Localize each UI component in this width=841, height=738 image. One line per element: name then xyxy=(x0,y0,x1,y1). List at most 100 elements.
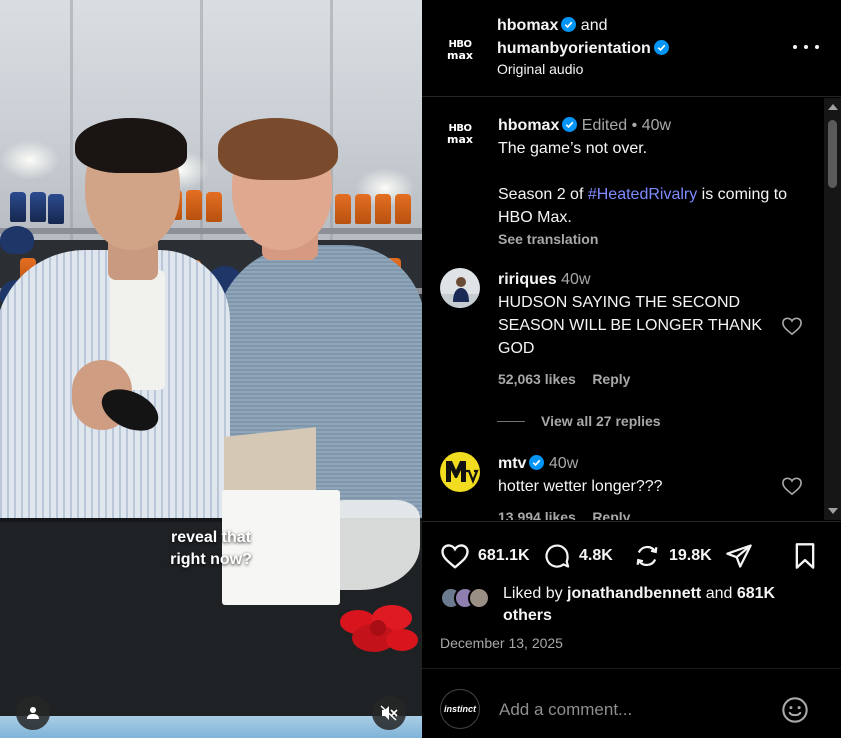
hbomax-avatar[interactable]: HBO max xyxy=(440,30,480,70)
liked-by-text: Liked by jonathandbennett and 681K other… xyxy=(503,583,813,627)
dot-separator: • xyxy=(631,117,638,134)
scroll-up-arrow-icon[interactable] xyxy=(828,104,838,110)
hbomax-avatar[interactable]: HBO max xyxy=(440,114,480,154)
skate xyxy=(10,192,26,222)
mtv-logo-icon xyxy=(440,452,480,492)
like-button[interactable]: 681.1K xyxy=(440,540,530,572)
caption-line: The game’s not over. xyxy=(498,140,648,157)
comments-scrollbar[interactable] xyxy=(824,98,841,520)
comment-count: 4.8K xyxy=(579,547,613,564)
mute-button[interactable] xyxy=(372,696,406,730)
commenter-avatar[interactable] xyxy=(440,268,480,308)
comment-body: ririques 40w HUDSON SAYING THE SECOND SE… xyxy=(498,268,788,390)
liker-username[interactable]: jonathandbennett xyxy=(567,585,701,602)
comment: mtv 40w hotter wetter longer??? 13,994 l… xyxy=(440,452,803,520)
comment-bubble-icon xyxy=(545,544,570,568)
reply-button[interactable]: Reply xyxy=(592,371,630,387)
comment-username[interactable]: mtv xyxy=(498,455,526,472)
share-send-icon xyxy=(726,544,752,568)
scroll-down-arrow-icon[interactable] xyxy=(828,508,838,514)
collab-authors: hbomax and humanbyorientation xyxy=(497,14,669,60)
current-user-avatar[interactable]: instinct xyxy=(440,689,480,729)
commenter-avatar[interactable] xyxy=(440,452,480,492)
person-left-hair xyxy=(75,118,187,173)
comment-button[interactable]: 4.8K xyxy=(543,540,613,572)
liker-avatars[interactable] xyxy=(440,587,496,611)
person-icon xyxy=(27,707,39,719)
more-dots-icon xyxy=(815,45,819,49)
post-header: HBO max hbomax and humanbyorientation Ori… xyxy=(422,0,841,97)
see-translation-link[interactable]: See translation xyxy=(498,229,788,249)
post-time: 40w xyxy=(641,117,672,134)
like-count: 681.1K xyxy=(478,547,530,564)
comment-likes[interactable]: 13,994 likes xyxy=(498,509,576,520)
repost-icon xyxy=(636,545,658,567)
red-bow xyxy=(340,605,418,652)
verified-badge-icon xyxy=(653,40,669,55)
post-media[interactable]: reveal that right now? xyxy=(0,0,422,738)
skate xyxy=(30,192,46,222)
more-dots-icon xyxy=(793,45,797,49)
person-right-hair xyxy=(218,118,338,180)
likes-others[interactable]: others xyxy=(503,607,552,624)
liked-by-prefix: Liked by xyxy=(503,585,568,602)
tent-beam xyxy=(70,0,73,240)
comment-like-icon[interactable] xyxy=(781,476,803,496)
post-caption: HBO max hbomax Edited • 40w The game’s no… xyxy=(440,114,800,247)
skate xyxy=(335,194,351,224)
comment-input[interactable]: Add a comment... xyxy=(499,700,632,720)
caption-line: Season 2 of #HeatedRivalry is coming to … xyxy=(498,183,788,229)
save-button[interactable] xyxy=(793,540,825,572)
helmet xyxy=(0,226,34,254)
verified-badge-icon xyxy=(561,17,577,32)
share-button[interactable] xyxy=(724,540,762,572)
caption-line: right now? xyxy=(170,551,252,568)
comment-likes[interactable]: 52,063 likes xyxy=(498,371,576,387)
ceiling-light xyxy=(0,140,60,180)
comment-meta: 13,994 likes Reply xyxy=(498,507,788,520)
verified-badge-icon xyxy=(529,455,545,470)
caption-text: Season 2 of xyxy=(498,186,588,203)
skate xyxy=(206,192,222,222)
replies-divider xyxy=(497,420,525,422)
repost-button[interactable]: 19.8K xyxy=(633,540,712,572)
author-link[interactable]: hbomax xyxy=(497,17,558,34)
reply-button[interactable]: Reply xyxy=(592,509,630,520)
hashtag-link[interactable]: #HeatedRivalry xyxy=(588,186,697,203)
view-replies-button[interactable]: View all 27 replies xyxy=(497,413,661,429)
bookmark-icon xyxy=(795,543,815,569)
view-replies-label: View all 27 replies xyxy=(541,413,661,429)
speaker-muted-icon xyxy=(380,705,398,721)
and-text: and xyxy=(580,17,608,34)
skate xyxy=(355,194,371,224)
post-date[interactable]: December 13, 2025 xyxy=(440,635,563,651)
caption-body: hbomax Edited • 40w The game’s not over.… xyxy=(498,114,788,249)
comment: ririques 40w HUDSON SAYING THE SECOND SE… xyxy=(440,268,803,398)
caption-line: reveal that xyxy=(170,529,252,546)
comment-body: mtv 40w hotter wetter longer??? 13,994 l… xyxy=(498,452,788,520)
edited-label: Edited xyxy=(581,117,628,134)
liker-avatar xyxy=(468,587,490,609)
skate xyxy=(48,194,64,224)
emoji-icon[interactable] xyxy=(781,696,809,724)
comment-username[interactable]: ririques xyxy=(498,271,557,288)
author-link[interactable]: humanbyorientation xyxy=(497,40,651,57)
comment-text: hotter wetter longer??? xyxy=(498,478,663,495)
likes-total[interactable]: 681K xyxy=(737,585,775,602)
more-options-button[interactable] xyxy=(793,40,819,54)
tagged-people-button[interactable] xyxy=(16,696,50,730)
more-dots-icon xyxy=(804,45,808,49)
comment-like-icon[interactable] xyxy=(781,316,803,336)
skate-shelf xyxy=(0,228,422,234)
post-panel: HBO max hbomax and humanbyorientation Ori… xyxy=(422,0,841,738)
floor xyxy=(0,716,422,738)
liked-by-and: and xyxy=(701,585,737,602)
skate xyxy=(395,194,411,224)
caption-username[interactable]: hbomax xyxy=(498,117,559,134)
comment-time: 40w xyxy=(548,455,579,472)
original-audio-link[interactable]: Original audio xyxy=(497,61,583,77)
scrollbar-thumb[interactable] xyxy=(828,120,837,188)
verified-badge-icon xyxy=(562,117,578,132)
skate xyxy=(186,190,202,220)
